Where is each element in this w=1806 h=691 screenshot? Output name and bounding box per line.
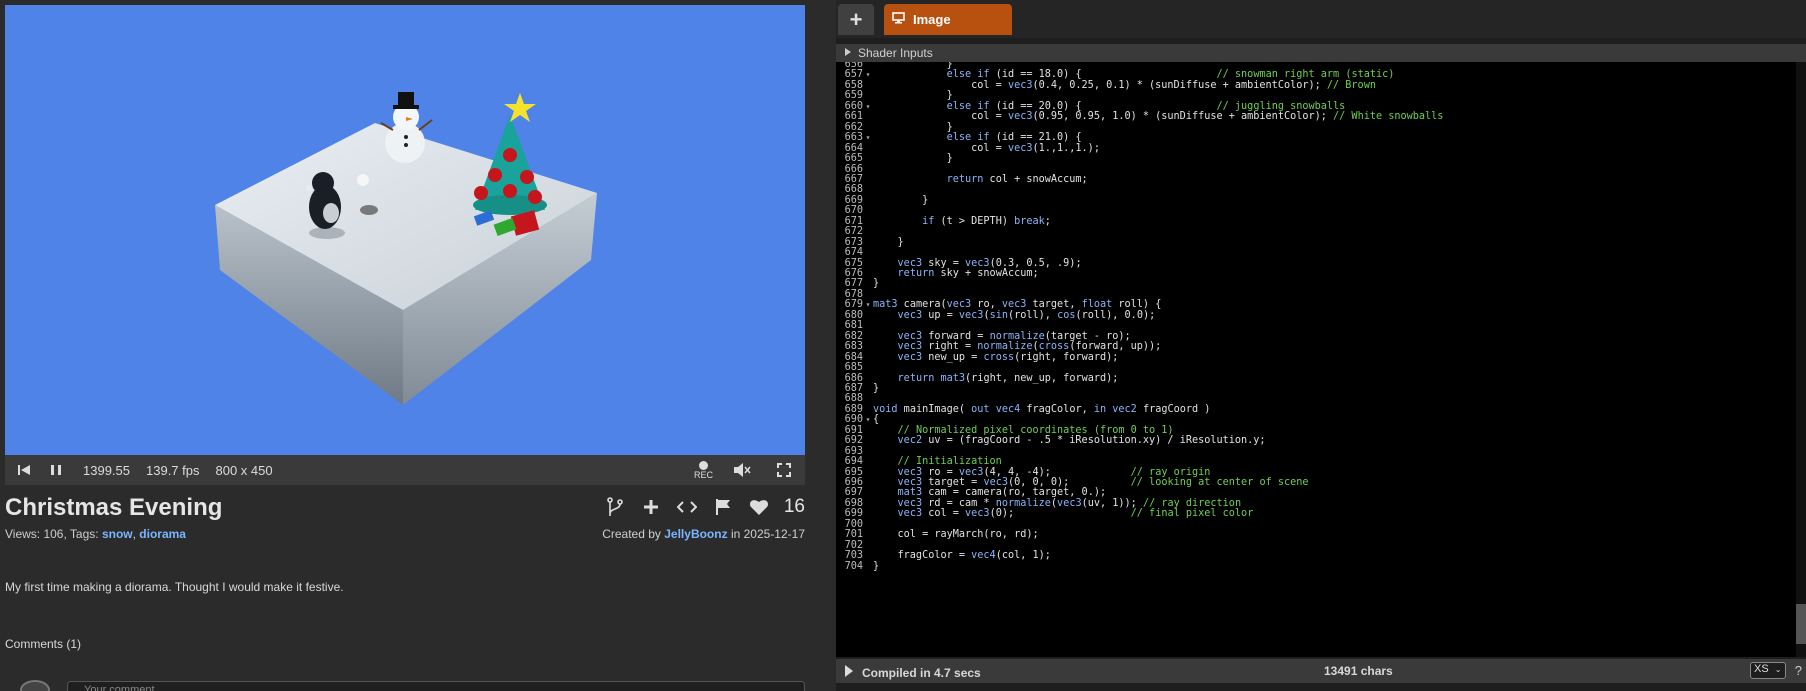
fullscreen-icon[interactable] xyxy=(771,457,797,483)
code-text: col = rayMarch(ro, rd); xyxy=(873,529,1039,541)
compile-play-icon[interactable] xyxy=(844,664,854,681)
comment-input[interactable]: Your comment... xyxy=(67,681,805,691)
shader-description: My first time making a diorama. Thought … xyxy=(5,580,344,594)
code-text: // Normalized pixel coordinates (from 0 … xyxy=(897,424,1174,436)
code-text: if (t > DEPTH) break; xyxy=(922,215,1051,227)
code-text: } xyxy=(873,236,904,248)
like-heart-icon[interactable] xyxy=(748,496,770,518)
views-tags: Views: 106, Tags: snow, diorama xyxy=(5,527,186,541)
code-text: } xyxy=(873,278,880,290)
code-text: col = vec3(1.,1.,1.); xyxy=(873,142,1100,154)
code-text: vec3 up = vec3(sin(roll), cos(roll), 0.0… xyxy=(897,309,1156,321)
compile-status-text: Compiled in 4.7 secs xyxy=(862,665,981,680)
diorama-render xyxy=(5,5,805,455)
caret-right-icon xyxy=(844,46,852,60)
code-text: return mat3(right, new_up, forward); xyxy=(897,372,1119,384)
code-text: else if (id == 21.0) { xyxy=(946,132,1082,144)
like-count: 16 xyxy=(783,496,805,517)
created-date: in 2025-12-17 xyxy=(727,527,805,541)
code-text: vec3 target = vec3(0, 0, 0); // looking … xyxy=(897,477,1309,488)
compile-status: Compiled in 4.7 secs xyxy=(844,664,981,681)
code-line: 704} xyxy=(836,561,1796,573)
editor-scrollbar[interactable] xyxy=(1796,62,1806,657)
views-prefix: Views: 106, Tags: xyxy=(5,527,102,541)
code-textarea[interactable]: 656 } 657 ▾ else if (id == 18.0) { // snow… xyxy=(836,62,1806,657)
shader-page: 1399.55 139.7 fps 800 x 450 REC Christma… xyxy=(0,0,810,691)
code-text: col = vec3(0.4, 0.25, 0.1) * (sunDiffuse… xyxy=(873,79,1376,91)
code-text: vec3 right = normalize(cross(forward, up… xyxy=(897,341,1162,353)
fork-icon[interactable] xyxy=(604,496,626,518)
code-editor: + Image Shader Inputs 656 } 657 ▾ else if … xyxy=(836,0,1806,691)
editor-status-bar: Compiled in 4.7 secs 13491 chars XS ⌄ ? xyxy=(836,659,1806,683)
code-text: } xyxy=(873,121,953,133)
code-text: } xyxy=(873,194,929,206)
resolution-readout: 800 x 450 xyxy=(215,462,273,478)
tab-image[interactable]: Image xyxy=(884,4,1012,35)
shader-actions: 16 xyxy=(604,496,805,518)
code-text: vec3 col = vec3(0); // final pixel color xyxy=(897,508,1254,520)
record-icon xyxy=(698,460,708,470)
code-text: else if (id == 20.0) { // juggling snowb… xyxy=(946,100,1346,112)
fps-readout: 139.7 fps xyxy=(146,462,200,478)
editor-tabbar: + Image xyxy=(836,0,1806,38)
code-text: // Initialization xyxy=(897,456,1002,468)
tag-link[interactable]: diorama xyxy=(139,527,186,541)
pause-icon[interactable] xyxy=(43,457,69,483)
code-text: mat3 cam = camera(ro, target, 0.); xyxy=(897,487,1107,499)
tag-link[interactable]: snow xyxy=(102,527,133,541)
code-text: void mainImage( out vec4 fragColor, in v… xyxy=(873,403,1211,415)
tab-image-label: Image xyxy=(913,12,951,27)
code-text: vec3 forward = normalize(target - ro); xyxy=(897,330,1131,342)
time-readout: 1399.55 xyxy=(83,462,130,478)
shader-inputs-toggle[interactable]: Shader Inputs xyxy=(836,44,1806,62)
add-playlist-icon[interactable] xyxy=(640,496,662,518)
code-text: vec2 uv = (fragCoord - .5 * iResolution.… xyxy=(897,435,1266,447)
volume-muted-icon[interactable] xyxy=(729,457,755,483)
code-text: vec3 new_up = cross(right, forward); xyxy=(897,351,1119,363)
scroll-thumb[interactable] xyxy=(1796,604,1806,644)
chevron-down-icon: ⌄ xyxy=(1774,665,1782,674)
shader-header: Christmas Evening 16 xyxy=(5,494,805,526)
shader-inputs-label: Shader Inputs xyxy=(858,46,933,60)
shader-canvas[interactable] xyxy=(5,5,805,455)
code-text: } xyxy=(873,382,880,394)
code-text: } xyxy=(873,560,880,572)
code-text: { xyxy=(873,414,880,426)
created-by: Created by JellyBoonz in 2025-12-17 xyxy=(602,527,805,541)
char-count: 13491 chars xyxy=(1324,664,1393,678)
font-size-select[interactable]: XS ⌄ xyxy=(1750,662,1786,679)
embed-code-icon[interactable] xyxy=(676,496,698,518)
shader-title: Christmas Evening xyxy=(5,494,223,521)
code-text: return col + snowAccum; xyxy=(946,173,1088,185)
code-text: else if (id == 18.0) { // snowman right … xyxy=(946,69,1395,81)
code-text: } xyxy=(873,153,953,165)
code-text: return sky + snowAccum; xyxy=(897,268,1039,279)
add-tab-button[interactable]: + xyxy=(838,4,874,35)
code-text: col = vec3(0.95, 0.95, 1.0) * (sunDiffus… xyxy=(873,111,1444,123)
line-number: 704 xyxy=(844,560,863,572)
report-flag-icon[interactable] xyxy=(712,496,734,518)
comments-heading: Comments (1) xyxy=(5,637,82,651)
rewind-icon[interactable] xyxy=(11,457,37,483)
code-text: fragColor = vec4(col, 1); xyxy=(873,550,1051,562)
player-controls: 1399.55 139.7 fps 800 x 450 REC xyxy=(5,455,805,485)
code-text: vec3 sky = vec3(0.3, 0.5, .9); xyxy=(897,257,1082,269)
code-text: } xyxy=(873,90,953,102)
code-text: vec3 rd = cam * normalize(vec3(uv, 1)); … xyxy=(897,497,1242,509)
code-text: vec3 ro = vec3(4, 4, -4); // ray origin xyxy=(897,466,1211,478)
record-button[interactable]: REC xyxy=(693,460,713,480)
record-label: REC xyxy=(693,469,713,480)
author-link[interactable]: JellyBoonz xyxy=(664,527,727,541)
help-button[interactable]: ? xyxy=(1795,663,1802,678)
avatar xyxy=(20,680,50,691)
code-text: mat3 camera(vec3 ro, vec3 target, float … xyxy=(873,299,1162,311)
created-prefix: Created by xyxy=(602,527,665,541)
font-size-value: XS xyxy=(1754,663,1769,675)
monitor-icon xyxy=(892,12,905,27)
